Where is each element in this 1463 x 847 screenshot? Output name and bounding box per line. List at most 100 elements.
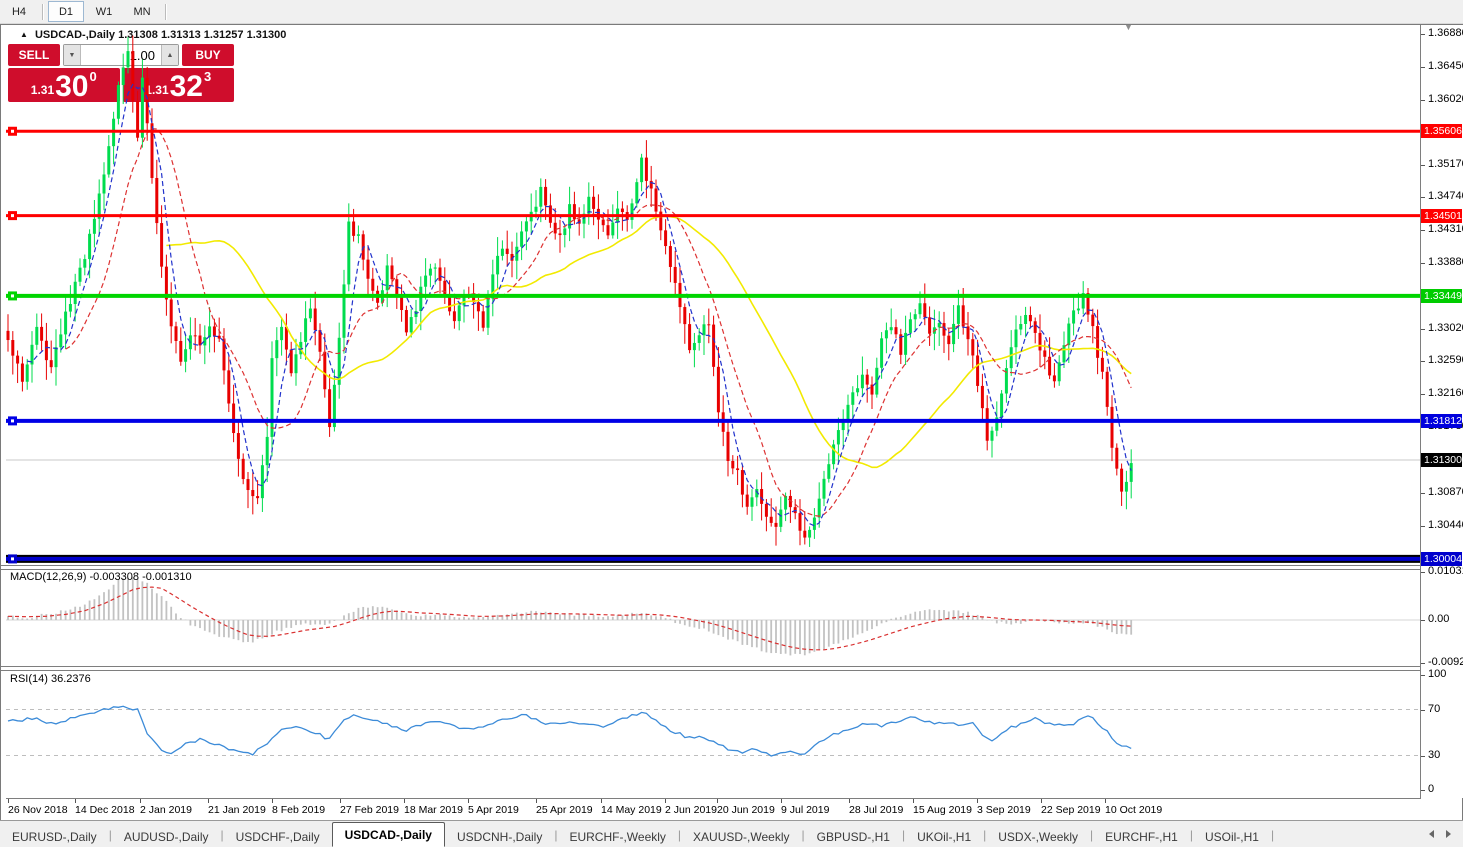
rsi-axis-tick — [1421, 756, 1425, 757]
price-axis-label: 1.32160 — [1428, 387, 1463, 399]
price-axis-label: 1.32590 — [1428, 354, 1463, 366]
price-axis-label: 1.36450 — [1428, 60, 1463, 72]
date-label: 14 May 2019 — [601, 804, 662, 816]
chart-tab-xauusd-weekly[interactable]: XAUUSD-,Weekly — [681, 826, 801, 847]
rsi-axis-tick — [1421, 710, 1425, 711]
tabs-host: EURUSD-,Daily|AUDUSD-,Daily|USDCHF-,Dail… — [0, 821, 1274, 847]
rsi-axis-label: 70 — [1428, 703, 1440, 715]
price-axis-tick — [1421, 263, 1425, 264]
date-label: 3 Sep 2019 — [977, 804, 1031, 816]
price-axis-label: 1.30870 — [1428, 486, 1463, 498]
price-axis-label: 1.35170 — [1428, 158, 1463, 170]
macd-indicator-canvas[interactable] — [6, 568, 1420, 665]
tab-scroll-nav — [1423, 821, 1463, 847]
price-axis-label: 1.36020 — [1428, 93, 1463, 105]
rsi-indicator-canvas[interactable] — [6, 669, 1420, 798]
rsi-axis-label: 100 — [1428, 668, 1446, 680]
price-badge-1.31812: 1.31812 — [1421, 414, 1462, 428]
chart-tab-usdcnh-daily[interactable]: USDCNH-,Daily — [445, 826, 554, 847]
timeframe-button-w1[interactable]: W1 — [86, 1, 122, 22]
chart-tab-usdcad-daily[interactable]: USDCAD-,Daily — [332, 822, 445, 847]
date-label: 9 Jul 2019 — [781, 804, 829, 816]
rsi-line — [8, 706, 1131, 756]
chart-tab-bar: EURUSD-,Daily|AUDUSD-,Daily|USDCHF-,Dail… — [0, 820, 1463, 847]
chart-tab-ukoil-h1[interactable]: UKOil-,H1 — [905, 826, 983, 847]
date-tick — [781, 799, 782, 803]
timeframe-button-h4[interactable]: H4 — [1, 1, 37, 22]
date-label: 14 Dec 2018 — [75, 804, 135, 816]
candles-layer — [7, 36, 1133, 547]
date-tick — [977, 799, 978, 803]
date-label: 2 Jun 2019 — [665, 804, 717, 816]
date-tick — [1105, 799, 1106, 803]
date-label: 25 Apr 2019 — [536, 804, 593, 816]
rsi-label: RSI(14) 36.2376 — [10, 673, 91, 685]
price-axis-label: 1.34740 — [1428, 190, 1463, 202]
date-tick — [717, 799, 718, 803]
trading-platform-screen: H4D1W1MN ▲ USDCAD-,Daily 1.31308 1.31313… — [0, 0, 1463, 847]
chart-tab-eurchf-h1[interactable]: EURCHF-,H1 — [1093, 826, 1190, 847]
chart-tab-gbpusd-h1[interactable]: GBPUSD-,H1 — [805, 826, 902, 847]
price-badge-1.33449: 1.33449 — [1421, 289, 1462, 303]
macd-axis-tick — [1421, 572, 1425, 573]
date-tick — [340, 799, 341, 803]
macd-axis-label: 0.010311 — [1428, 565, 1463, 577]
date-tick — [1041, 799, 1042, 803]
date-label: 27 Feb 2019 — [340, 804, 399, 816]
price-axis-tick — [1421, 100, 1425, 101]
price-badge-1.30004: 1.30004 — [1421, 552, 1462, 566]
chart-tab-usdx-weekly[interactable]: USDX-,Weekly — [986, 826, 1090, 847]
timeframe-button-mn[interactable]: MN — [124, 1, 160, 22]
price-axis-tick — [1421, 493, 1425, 494]
rsi-axis-tick — [1421, 790, 1425, 791]
date-tick — [404, 799, 405, 803]
date-tick — [8, 799, 9, 803]
date-tick — [536, 799, 537, 803]
price-axis-label: 1.30440 — [1428, 519, 1463, 531]
chart-tab-eurusd-daily[interactable]: EURUSD-,Daily — [0, 826, 109, 847]
toolbar-separator — [165, 4, 166, 20]
toolbar-separator — [42, 4, 43, 20]
date-label: 20 Jun 2019 — [717, 804, 775, 816]
price-badge-1.31300: 1.31300 — [1421, 453, 1462, 467]
price-axis-label: 1.33880 — [1428, 256, 1463, 268]
tab-scroll-left-icon[interactable] — [1429, 830, 1434, 838]
date-label: 18 Mar 2019 — [404, 804, 463, 816]
price-axis-tick — [1421, 67, 1425, 68]
macd-axis-label: -0.009203 — [1428, 656, 1463, 668]
price-axis-tick — [1421, 361, 1425, 362]
price-axis-tick — [1421, 34, 1425, 35]
price-axis-tick — [1421, 165, 1425, 166]
price-axis-column[interactable] — [1420, 25, 1463, 798]
macd-axis-label: 0.00 — [1428, 613, 1449, 625]
macd-label: MACD(12,26,9) -0.003308 -0.001310 — [10, 571, 192, 583]
price-axis-label: 1.36880 — [1428, 27, 1463, 39]
date-label: 15 Aug 2019 — [913, 804, 972, 816]
price-axis-tick — [1421, 526, 1425, 527]
date-label: 26 Nov 2018 — [8, 804, 68, 816]
date-label: 10 Oct 2019 — [1105, 804, 1162, 816]
date-axis[interactable]: 26 Nov 2018 14 Dec 2018 2 Jan 2019 21 Jan 2… — [6, 798, 1421, 820]
price-badge-1.35606: 1.35606 — [1421, 124, 1462, 138]
date-tick — [601, 799, 602, 803]
macd-axis-tick — [1421, 663, 1425, 664]
rsi-axis-label: 0 — [1428, 783, 1434, 795]
price-chart-canvas[interactable] — [6, 25, 1420, 565]
date-label: 2 Jan 2019 — [140, 804, 192, 816]
date-tick — [468, 799, 469, 803]
chart-tab-usdchf-daily[interactable]: USDCHF-,Daily — [224, 826, 332, 847]
rsi-axis-tick — [1421, 675, 1425, 676]
tab-scroll-right-icon[interactable] — [1446, 830, 1451, 838]
chart-tab-eurchf-weekly[interactable]: EURCHF-,Weekly — [557, 826, 677, 847]
date-label: 22 Sep 2019 — [1041, 804, 1101, 816]
price-axis-tick — [1421, 230, 1425, 231]
price-axis-tick — [1421, 197, 1425, 198]
date-label: 21 Jan 2019 — [208, 804, 266, 816]
macd-axis-tick — [1421, 620, 1425, 621]
chart-tab-audusd-daily[interactable]: AUDUSD-,Daily — [112, 826, 221, 847]
date-tick — [75, 799, 76, 803]
date-tick — [140, 799, 141, 803]
chart-tab-usoil-h1[interactable]: USOil-,H1 — [1193, 826, 1271, 847]
date-tick — [272, 799, 273, 803]
timeframe-button-d1[interactable]: D1 — [48, 1, 84, 22]
